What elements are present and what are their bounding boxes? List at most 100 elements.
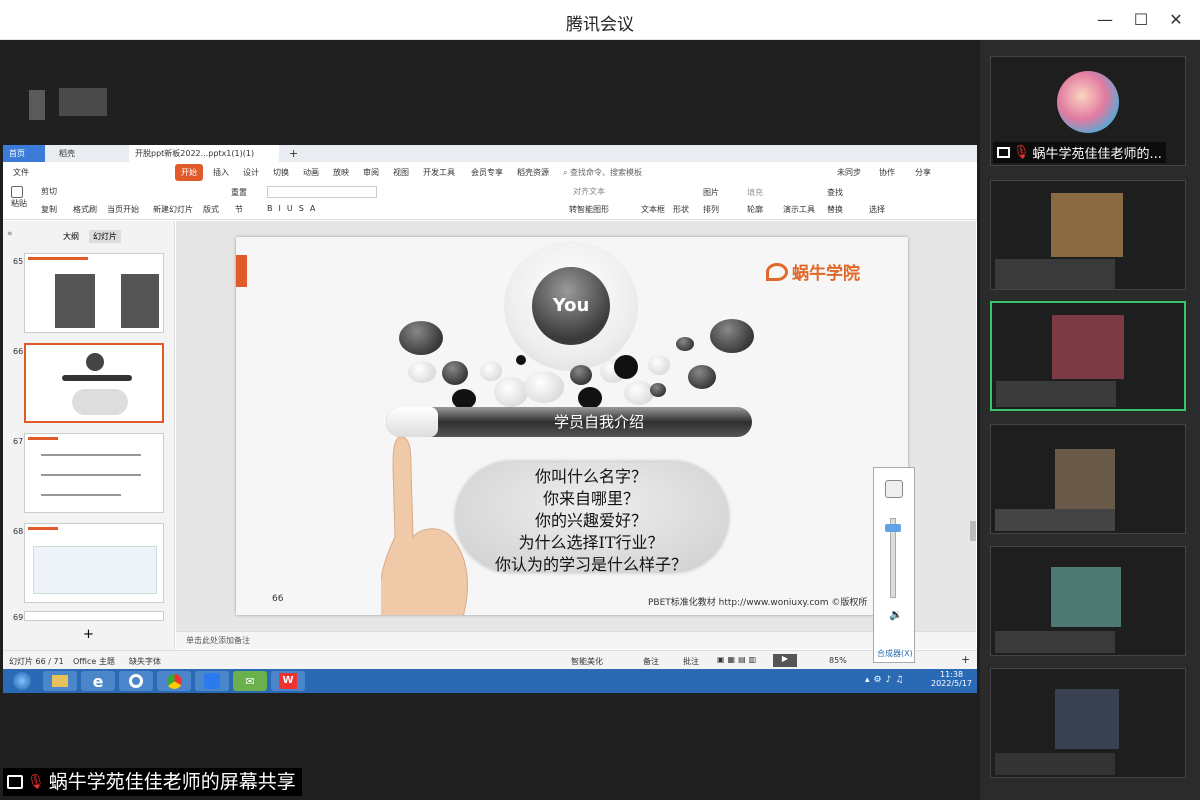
ribbon-tab-view[interactable]: 视图 bbox=[393, 167, 409, 178]
replace-button[interactable]: 替换 bbox=[827, 204, 843, 215]
vertical-scrollbar[interactable] bbox=[970, 521, 976, 541]
blurred-video bbox=[995, 509, 1115, 531]
paste-button[interactable]: 粘贴 bbox=[11, 186, 27, 209]
cut-button[interactable]: 剪切 bbox=[41, 186, 57, 197]
shape-button[interactable]: 形状 bbox=[673, 204, 689, 215]
ribbon-tab-insert[interactable]: 插入 bbox=[213, 167, 229, 178]
participant-tile-speaking[interactable] bbox=[990, 301, 1186, 411]
convert-smartart-button[interactable]: 转智能图形 bbox=[569, 204, 609, 215]
decor-ball bbox=[648, 355, 670, 375]
tab-outline[interactable]: 大纲 bbox=[63, 231, 79, 242]
from-current-button[interactable]: 当页开始 bbox=[107, 204, 139, 215]
speaker-device-icon bbox=[885, 480, 903, 498]
tab-docer[interactable]: 稻壳 bbox=[53, 145, 81, 162]
decor-ball bbox=[480, 361, 502, 381]
notes-toggle[interactable]: 备注 bbox=[643, 656, 659, 667]
layout-button[interactable]: 版式 bbox=[203, 204, 219, 215]
participant-tile[interactable] bbox=[990, 668, 1186, 778]
notes-area[interactable]: 单击此处添加备注 bbox=[176, 631, 976, 649]
ribbon-tab-dev[interactable]: 开发工具 bbox=[423, 167, 455, 178]
ribbon-tab-home[interactable]: 开始 bbox=[175, 164, 203, 181]
zoom-level[interactable]: 85% bbox=[829, 656, 847, 665]
reset-button[interactable]: 重置 bbox=[231, 187, 247, 198]
share-button[interactable]: 分享 bbox=[915, 167, 931, 178]
ribbon-tab-review[interactable]: 审阅 bbox=[363, 167, 379, 178]
slide-thumb-65[interactable] bbox=[24, 253, 164, 333]
tab-slides[interactable]: 幻灯片 bbox=[89, 230, 121, 243]
select-button[interactable]: 选择 bbox=[869, 204, 885, 215]
ribbon-tab-transition[interactable]: 切换 bbox=[273, 167, 289, 178]
minimize-button[interactable]: — bbox=[1093, 8, 1117, 32]
close-button[interactable]: ✕ bbox=[1164, 8, 1188, 32]
font-select[interactable] bbox=[267, 186, 377, 198]
zoom-in-button[interactable]: + bbox=[961, 653, 970, 666]
taskbar-explorer[interactable] bbox=[43, 671, 77, 691]
slide-thumb-67[interactable] bbox=[24, 433, 164, 513]
fill-button[interactable]: 填充 bbox=[747, 187, 763, 198]
thumb-number: 69 bbox=[13, 613, 24, 622]
new-tab-button[interactable]: + bbox=[283, 145, 304, 162]
taskbar-chrome[interactable] bbox=[157, 671, 191, 691]
find-button[interactable]: 查找 bbox=[827, 187, 843, 198]
comment-toggle[interactable]: 批注 bbox=[683, 656, 699, 667]
thumb-number: 66 bbox=[13, 347, 24, 356]
command-search[interactable]: ⌕ 查找命令、搜索模板 bbox=[563, 167, 642, 178]
question-line: 你来自哪里？ bbox=[542, 489, 639, 508]
copy-button[interactable]: 复制 bbox=[41, 204, 57, 215]
taskbar-ie[interactable]: e bbox=[81, 671, 115, 691]
app-icon bbox=[129, 674, 143, 688]
participant-tile[interactable] bbox=[990, 546, 1186, 656]
decor-ball bbox=[570, 365, 592, 385]
sync-status[interactable]: 未同步 bbox=[837, 167, 861, 178]
decor-ball bbox=[688, 365, 716, 389]
taskbar-clock[interactable]: 11:38 2022/5/17 bbox=[931, 670, 972, 688]
tab-home[interactable]: 首页 bbox=[3, 145, 45, 162]
taskbar-wps[interactable]: W bbox=[271, 671, 305, 691]
menu-file[interactable]: 文件 bbox=[13, 167, 29, 178]
play-button[interactable]: ▶ bbox=[773, 654, 797, 667]
volume-slider-thumb[interactable] bbox=[885, 524, 901, 532]
format-painter-button[interactable]: 格式刷 bbox=[73, 204, 97, 215]
view-buttons[interactable]: ▣▦▤▥ bbox=[717, 655, 759, 664]
search-placeholder: 查找命令、搜索模板 bbox=[570, 168, 643, 177]
ribbon-tab-design[interactable]: 设计 bbox=[243, 167, 259, 178]
collab-button[interactable]: 协作 bbox=[879, 167, 895, 178]
missing-font-button[interactable]: 缺失字体 bbox=[129, 656, 161, 667]
start-button[interactable] bbox=[5, 671, 39, 691]
section-button[interactable]: 节 bbox=[235, 204, 243, 215]
ribbon-tab-member[interactable]: 会员专享 bbox=[471, 167, 503, 178]
beautify-button[interactable]: 智能美化 bbox=[571, 656, 603, 667]
participant-tile[interactable] bbox=[990, 180, 1186, 290]
presentation-tools-button[interactable]: 演示工具 bbox=[783, 204, 815, 215]
new-slide-button[interactable]: 新建幻灯片 bbox=[153, 204, 193, 215]
participant-tile[interactable] bbox=[990, 424, 1186, 534]
picture-button[interactable]: 图片 bbox=[703, 187, 719, 198]
participant-tile[interactable]: 🎙 蜗牛学苑佳佳老师的... bbox=[990, 56, 1186, 166]
ribbon-tab-slideshow[interactable]: 放映 bbox=[333, 167, 349, 178]
tab-document[interactable]: 开脱ppt新板2022...pptx1(1)(1) bbox=[129, 145, 279, 162]
mixer-link[interactable]: 合成器(X) bbox=[877, 648, 913, 659]
tray-icons[interactable]: ▴⚙♪♫ bbox=[865, 675, 907, 685]
text-box-button[interactable]: 文本框 bbox=[641, 204, 665, 215]
ribbon-tab-docer[interactable]: 稻壳资源 bbox=[517, 167, 549, 178]
align-text-button[interactable]: 对齐文本 bbox=[573, 186, 605, 197]
outline-button[interactable]: 轮廓 bbox=[747, 204, 763, 215]
maximize-button[interactable]: ☐ bbox=[1129, 8, 1153, 32]
thumb-block bbox=[55, 274, 95, 328]
blurred-video bbox=[1055, 689, 1119, 749]
taskbar-meeting[interactable] bbox=[195, 671, 229, 691]
add-slide-button[interactable]: + bbox=[83, 627, 94, 642]
slide-thumb-69[interactable] bbox=[24, 611, 164, 621]
slide-thumb-66[interactable] bbox=[24, 343, 164, 423]
slide-thumb-68[interactable] bbox=[24, 523, 164, 603]
taskbar-wechat[interactable]: ✉ bbox=[233, 671, 267, 691]
font-style-buttons[interactable]: BIUSA bbox=[267, 204, 321, 213]
mute-toggle-icon[interactable]: 🔉 bbox=[889, 608, 903, 621]
arrange-button[interactable]: 排列 bbox=[703, 204, 719, 215]
collapse-panel-icon[interactable]: « bbox=[7, 229, 13, 239]
slide-canvas[interactable]: 蜗牛学院 You 学员自我介绍 你叫什么名字？ 你来自哪里？ 你的兴趣爱好？ 为… bbox=[236, 237, 908, 615]
ribbon-tab-animation[interactable]: 动画 bbox=[303, 167, 319, 178]
taskbar-app[interactable] bbox=[119, 671, 153, 691]
participant-avatar bbox=[1057, 71, 1119, 133]
folder-icon bbox=[52, 675, 68, 687]
